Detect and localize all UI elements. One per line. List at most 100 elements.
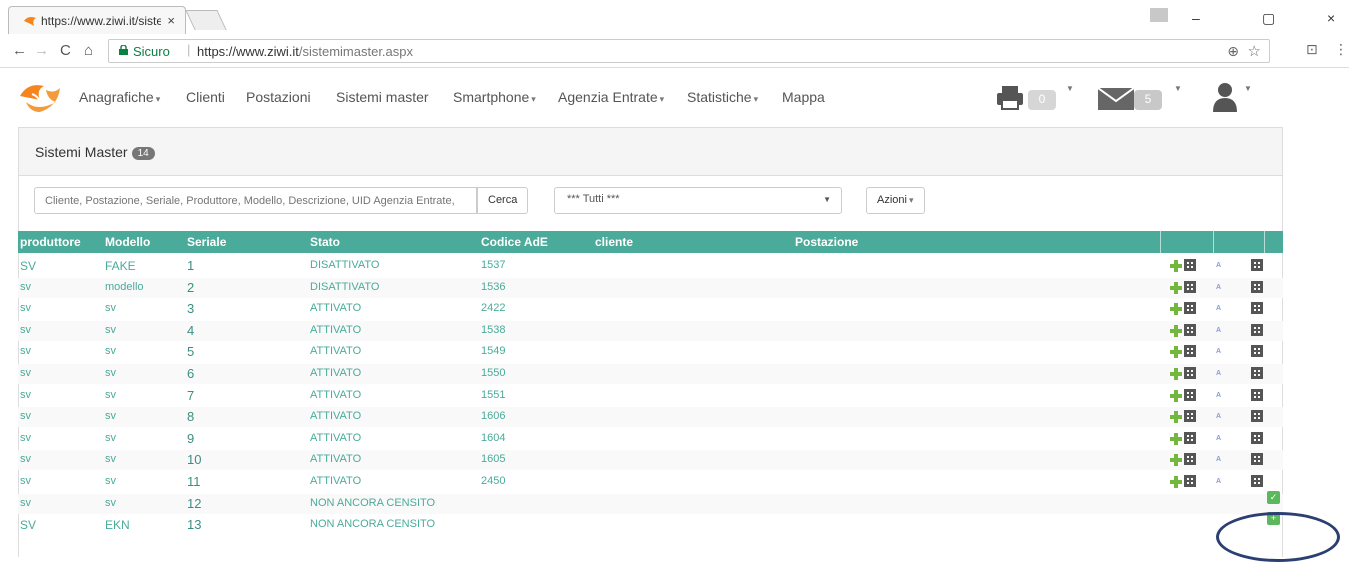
agenzia-entrate-icon[interactable]: A: [1216, 370, 1238, 378]
table-row[interactable]: sv sv 12 NON ANCORA CENSITO ✓: [18, 490, 1283, 514]
reload-icon[interactable]: C: [60, 42, 71, 59]
qr-code-icon[interactable]: [1184, 431, 1196, 444]
qr-code-icon[interactable]: [1251, 259, 1263, 271]
home-icon[interactable]: ⌂: [84, 42, 93, 59]
qr-code-icon[interactable]: [1184, 259, 1196, 271]
nav-mappa[interactable]: Mappa: [782, 89, 825, 105]
qr-code-icon[interactable]: [1251, 410, 1263, 423]
filter-select[interactable]: *** Tutti *** ▼: [554, 187, 842, 214]
check-icon[interactable]: ✓: [1267, 490, 1280, 504]
agenzia-entrate-icon[interactable]: A: [1216, 478, 1238, 486]
nav-agenzia-entrate[interactable]: Agenzia Entrate ▾: [558, 89, 664, 105]
agenzia-entrate-icon[interactable]: A: [1216, 435, 1238, 443]
qr-code-icon[interactable]: [1251, 345, 1263, 358]
header-stato[interactable]: Stato: [310, 235, 340, 249]
search-button[interactable]: Cerca: [477, 187, 529, 214]
new-tab-button[interactable]: [185, 10, 227, 30]
forward-icon[interactable]: →: [34, 42, 49, 59]
agenzia-entrate-icon[interactable]: A: [1216, 284, 1238, 292]
qr-code-icon[interactable]: [1251, 323, 1263, 336]
table-row[interactable]: sv sv 3 ATTIVATO 2422 A: [18, 299, 1283, 319]
qr-code-icon[interactable]: [1184, 410, 1196, 423]
zoom-icon[interactable]: ⊕: [1227, 43, 1239, 60]
qr-code-icon[interactable]: [1251, 367, 1263, 379]
header-seriale[interactable]: Seriale: [187, 235, 226, 249]
header-produttore[interactable]: produttore: [20, 235, 81, 249]
profile-icon[interactable]: [1150, 8, 1168, 22]
qr-code-icon[interactable]: [1184, 388, 1196, 401]
add-plus-icon[interactable]: [1170, 432, 1182, 445]
chevron-down-icon[interactable]: ▼: [1244, 84, 1252, 93]
qr-code-icon[interactable]: [1251, 431, 1263, 444]
nav-sistemi-master[interactable]: Sistemi master: [336, 89, 429, 105]
cast-icon[interactable]: ⊡: [1306, 41, 1318, 58]
actions-dropdown-button[interactable]: Azioni ▾: [866, 187, 925, 214]
qr-code-icon[interactable]: [1184, 453, 1196, 466]
nav-anagrafiche[interactable]: Anagrafiche ▾: [79, 89, 160, 105]
table-row[interactable]: sv sv 4 ATTIVATO 1538 A: [18, 320, 1283, 341]
agenzia-entrate-icon[interactable]: A: [1216, 305, 1238, 313]
qr-code-icon[interactable]: [1251, 453, 1263, 466]
add-plus-icon[interactable]: [1170, 281, 1182, 294]
qr-code-icon[interactable]: [1184, 475, 1196, 487]
add-plus-icon[interactable]: [1170, 411, 1182, 424]
mail-icon[interactable]: [1098, 88, 1134, 110]
mail-count-badge[interactable]: 5: [1134, 90, 1162, 110]
table-row[interactable]: sv sv 6 ATTIVATO 1550 A: [18, 364, 1283, 384]
add-plus-icon[interactable]: [1170, 389, 1182, 402]
table-row[interactable]: sv sv 7 ATTIVATO 1551 A: [18, 386, 1283, 406]
add-plus-icon[interactable]: [1170, 454, 1182, 467]
browser-menu-icon[interactable]: ⋮: [1334, 41, 1348, 58]
qr-code-icon[interactable]: [1184, 323, 1196, 336]
add-plus-icon[interactable]: [1170, 260, 1182, 272]
qr-code-icon[interactable]: [1251, 302, 1263, 315]
agenzia-entrate-icon[interactable]: A: [1216, 413, 1238, 421]
agenzia-entrate-icon[interactable]: A: [1216, 262, 1238, 270]
search-input[interactable]: [34, 187, 477, 214]
brand-logo[interactable]: [18, 80, 62, 114]
minimize-icon[interactable]: –: [1192, 10, 1200, 26]
add-plus-icon[interactable]: [1170, 324, 1182, 337]
chevron-down-icon[interactable]: ▼: [1066, 84, 1074, 93]
add-plus-icon[interactable]: [1170, 368, 1182, 380]
agenzia-entrate-icon[interactable]: A: [1216, 348, 1238, 356]
add-plus-icon[interactable]: [1170, 303, 1182, 316]
table-row[interactable]: sv sv 8 ATTIVATO 1606 A: [18, 407, 1283, 428]
qr-code-icon[interactable]: [1184, 367, 1196, 379]
address-bar[interactable]: Sicuro | https://www.ziwi.it/sistemimast…: [108, 39, 1270, 63]
agenzia-entrate-icon[interactable]: A: [1216, 327, 1238, 335]
bookmark-star-icon[interactable]: ☆: [1248, 42, 1261, 60]
nav-postazioni[interactable]: Postazioni: [246, 89, 311, 105]
qr-code-icon[interactable]: [1251, 388, 1263, 401]
maximize-icon[interactable]: ▢: [1262, 10, 1275, 27]
add-plus-icon[interactable]: [1170, 476, 1182, 488]
header-postazione[interactable]: Postazione: [795, 235, 858, 249]
window-close-icon[interactable]: ×: [1327, 10, 1335, 26]
qr-code-icon[interactable]: [1184, 345, 1196, 358]
qr-code-icon[interactable]: [1251, 280, 1263, 293]
header-modello[interactable]: Modello: [105, 235, 150, 249]
header-cliente[interactable]: cliente: [595, 235, 633, 249]
table-row[interactable]: SV FAKE 1 DISATTIVATO 1537 A: [18, 256, 1283, 276]
nav-statistiche[interactable]: Statistiche ▾: [687, 89, 758, 105]
table-row[interactable]: sv sv 10 ATTIVATO 1605 A: [18, 450, 1283, 471]
table-row[interactable]: sv sv 11 ATTIVATO 2450 A: [18, 472, 1283, 492]
header-codice-ade[interactable]: Codice AdE: [481, 235, 548, 249]
qr-code-icon[interactable]: [1184, 302, 1196, 315]
qr-code-icon[interactable]: [1184, 280, 1196, 293]
table-row[interactable]: sv sv 5 ATTIVATO 1549 A: [18, 342, 1283, 362]
browser-tab[interactable]: https://www.ziwi.it/sisten ×: [8, 6, 186, 34]
nav-clienti[interactable]: Clienti: [186, 89, 225, 105]
add-plus-icon[interactable]: [1170, 346, 1182, 359]
back-icon[interactable]: ←: [12, 42, 27, 59]
table-row[interactable]: SV EKN 13 NON ANCORA CENSITO +: [18, 512, 1283, 535]
user-icon[interactable]: [1212, 82, 1238, 112]
table-row[interactable]: sv modello 2 DISATTIVATO 1536 A: [18, 277, 1283, 298]
agenzia-entrate-icon[interactable]: A: [1216, 392, 1238, 400]
chevron-down-icon[interactable]: ▼: [1174, 84, 1182, 93]
agenzia-entrate-icon[interactable]: A: [1216, 456, 1238, 464]
nav-smartphone[interactable]: Smartphone ▾: [453, 89, 536, 105]
printer-count-badge[interactable]: 0: [1028, 90, 1056, 110]
printer-icon[interactable]: [996, 84, 1024, 110]
tab-close-icon[interactable]: ×: [167, 13, 175, 28]
